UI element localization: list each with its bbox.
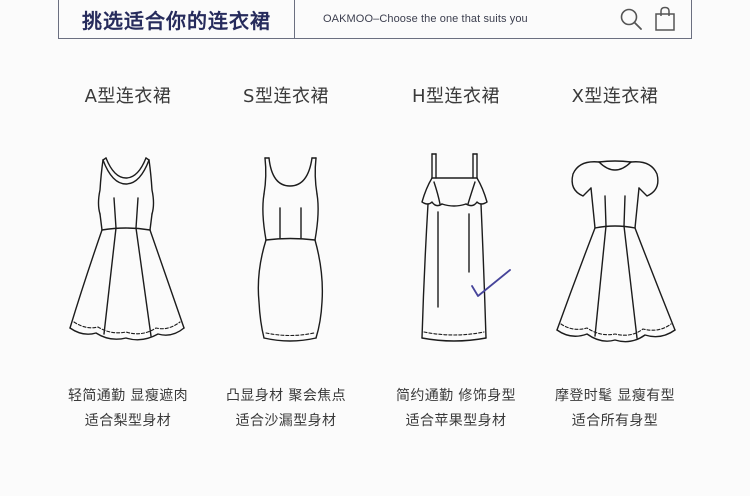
style-description: 轻简通勤 显瘦遮肉 适合梨型身材 (38, 384, 218, 434)
dress-guide-page: 挑选适合你的连衣裙 OAKMOO–Choose the one that sui… (0, 0, 750, 496)
style-title: H型连衣裙 (411, 86, 501, 107)
description-line-2: 适合苹果型身材 (405, 413, 507, 429)
style-title: A型连衣裙 (84, 86, 172, 107)
style-description: 摩登时髦 显瘦有型 适合所有身型 (525, 384, 705, 434)
search-bar[interactable]: OAKMOO–Choose the one that suits you (295, 0, 691, 38)
description-line-1: 简约通勤 修饰身型 (395, 388, 517, 404)
a-line-dress-illustration (69, 157, 185, 341)
style-title: X型连衣裙 (571, 86, 659, 107)
sheath-dress-illustration (257, 157, 324, 342)
style-title: S型连衣裙 (243, 86, 329, 107)
style-card-a[interactable]: A型连衣裙 轻简通勤 显瘦遮肉 适合梨型身材 (48, 84, 208, 429)
shift-dress-illustration (421, 153, 511, 342)
description-line-2: 适合沙漏型身材 (235, 413, 337, 429)
description-line-2: 适合梨型身材 (84, 413, 172, 429)
style-card-x[interactable]: X型连衣裙 摩登时髦 显瘦有型 适合所有身型 (535, 84, 695, 429)
search-slogan: OAKMOO–Choose the one that suits you (323, 13, 528, 25)
style-card-h[interactable]: H型连衣裙 简约通勤 修饰身型 适合苹果型身材 (376, 84, 536, 429)
search-icon[interactable] (619, 6, 643, 32)
shopping-bag-icon[interactable] (653, 6, 677, 32)
style-description: 简约通勤 修饰身型 适合苹果型身材 (366, 384, 546, 434)
x-line-dress-illustration (556, 160, 676, 343)
header-icons (619, 6, 677, 32)
description-line-1: 摩登时髦 显瘦有型 (554, 388, 676, 404)
description-line-1: 凸显身材 聚会焦点 (225, 388, 347, 404)
description-line-2: 适合所有身型 (571, 413, 659, 429)
header-bar: 挑选适合你的连衣裙 OAKMOO–Choose the one that sui… (58, 0, 692, 39)
style-card-s[interactable]: S型连衣裙 凸显身材 聚会焦点 适合沙漏型身材 (206, 84, 366, 429)
page-title: 挑选适合你的连衣裙 (59, 0, 295, 38)
style-description: 凸显身材 聚会焦点 适合沙漏型身材 (196, 384, 376, 434)
description-line-1: 轻简通勤 显瘦遮肉 (67, 388, 189, 404)
